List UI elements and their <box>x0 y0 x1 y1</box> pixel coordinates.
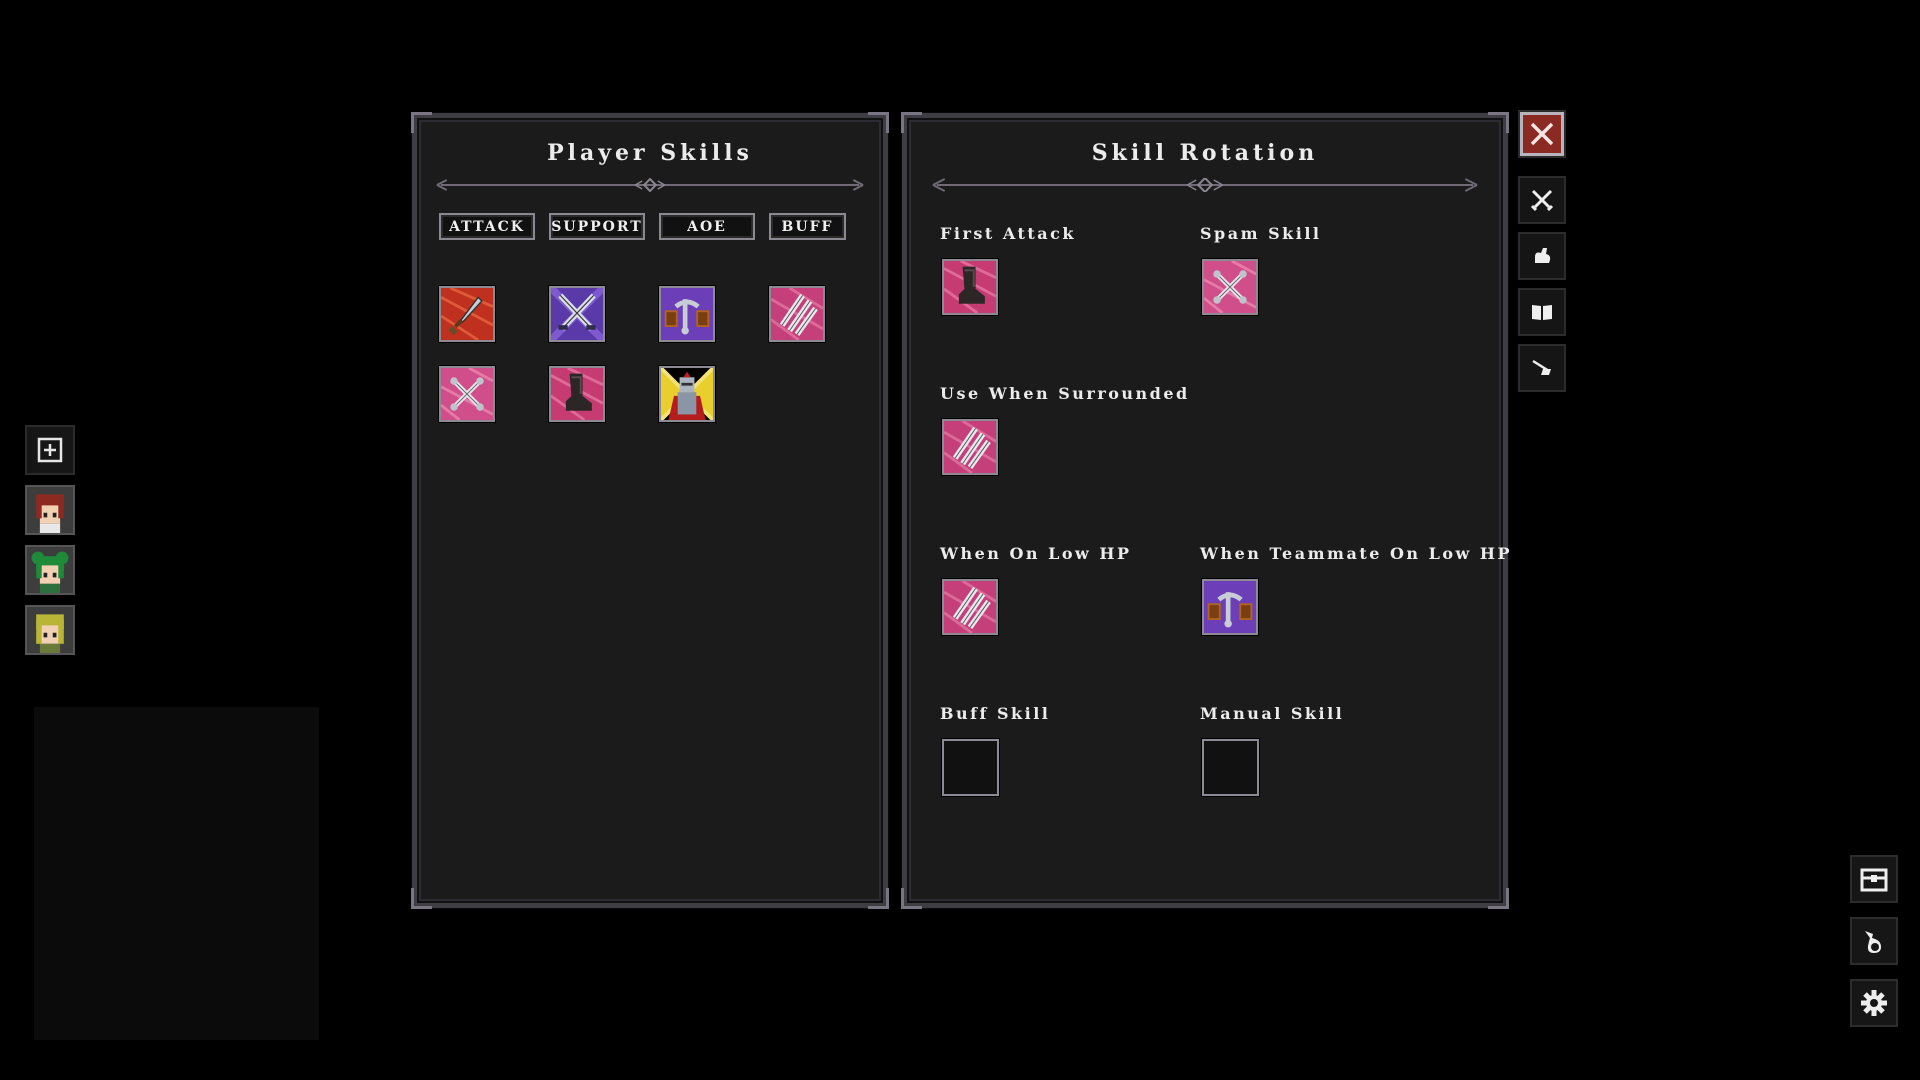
plus-square-icon <box>37 437 63 463</box>
red-hair-hero-avatar <box>27 487 73 533</box>
claw-slash-skill-icon <box>944 581 996 633</box>
low-hp-label: When On Low HP <box>940 544 1132 563</box>
skill-chain-shackle[interactable] <box>659 286 715 342</box>
title-divider <box>931 178 1479 192</box>
skill-boot-kick[interactable] <box>549 366 605 422</box>
skill-rotation-title: Skill Rotation <box>1091 140 1319 166</box>
first-attack-slot[interactable] <box>942 259 998 315</box>
red-sword-skill-icon <box>441 288 493 340</box>
surrounded-slot[interactable] <box>942 419 998 475</box>
skill-rotation-panel: Skill Rotation First Attack Spam Skill U… <box>901 112 1510 909</box>
menu-fishing-button[interactable] <box>1518 344 1566 392</box>
claw-slash-skill-icon <box>944 421 996 473</box>
close-button[interactable] <box>1520 112 1564 156</box>
skill-cross-strike[interactable] <box>439 366 495 422</box>
spam-skill-slot[interactable] <box>1202 259 1258 315</box>
first-attack-label: First Attack <box>940 224 1076 243</box>
close-icon <box>1530 122 1554 146</box>
player-skills-panel: Player Skills ATTACK SUPPORT AOE BUFF <box>411 112 889 909</box>
cross-strike-skill-icon <box>1204 261 1256 313</box>
chain-shackle-skill-icon <box>661 288 713 340</box>
cross-strike-skill-icon <box>441 368 493 420</box>
menu-stats-button[interactable] <box>1518 232 1566 280</box>
crossed-swords-skill-icon <box>551 288 603 340</box>
claw-slash-skill-icon <box>771 288 823 340</box>
party-member-red-hair-avatar[interactable] <box>25 485 75 535</box>
boot-kick-skill-icon <box>944 261 996 313</box>
open-book-icon <box>1532 305 1552 320</box>
blonde-hero-avatar <box>27 607 73 653</box>
knight-portrait-skill-icon <box>661 368 713 420</box>
low-hp-slot[interactable] <box>942 579 998 635</box>
potion-button[interactable] <box>1850 917 1898 965</box>
party-member-blonde-avatar[interactable] <box>25 605 75 655</box>
chain-shackle-skill-icon <box>1204 581 1256 633</box>
spam-skill-label: Spam Skill <box>1200 224 1322 243</box>
treasure-chest-icon <box>1860 868 1888 892</box>
settings-button[interactable] <box>1850 979 1898 1027</box>
buff-skill-slot[interactable] <box>942 739 999 796</box>
buff-skill-label: Buff Skill <box>940 704 1051 723</box>
green-hair-hero-avatar <box>27 547 73 593</box>
manual-skill-label: Manual Skill <box>1200 704 1345 723</box>
player-skills-title: Player Skills <box>547 140 753 166</box>
teammate-low-hp-slot[interactable] <box>1202 579 1258 635</box>
menu-skills-button[interactable] <box>1518 176 1566 224</box>
settings-gear-icon <box>1861 990 1887 1016</box>
flexed-arm-icon <box>1535 248 1551 263</box>
chat-log-area <box>34 707 319 1040</box>
tab-support[interactable]: SUPPORT <box>549 213 645 240</box>
skill-crossed-swords[interactable] <box>549 286 605 342</box>
boot-kick-skill-icon <box>551 368 603 420</box>
tab-attack[interactable]: ATTACK <box>439 213 535 240</box>
menu-codex-button[interactable] <box>1518 288 1566 336</box>
tab-buff[interactable]: BUFF <box>769 213 846 240</box>
swords-icon <box>1530 189 1554 212</box>
title-divider <box>435 178 865 192</box>
tab-aoe[interactable]: AOE <box>659 213 755 240</box>
inventory-button[interactable] <box>1850 855 1898 903</box>
skill-red-sword[interactable] <box>439 286 495 342</box>
surrounded-label: Use When Surrounded <box>940 384 1190 403</box>
party-member-green-hair-avatar[interactable] <box>25 545 75 595</box>
fishing-icon <box>1532 359 1551 375</box>
potion-icon <box>1865 931 1881 953</box>
skill-knight-portrait[interactable] <box>659 366 715 422</box>
add-party-button[interactable] <box>25 425 75 475</box>
skill-claw-slash[interactable] <box>769 286 825 342</box>
manual-skill-slot[interactable] <box>1202 739 1259 796</box>
teammate-low-hp-label: When Teammate On Low HP <box>1200 544 1513 563</box>
